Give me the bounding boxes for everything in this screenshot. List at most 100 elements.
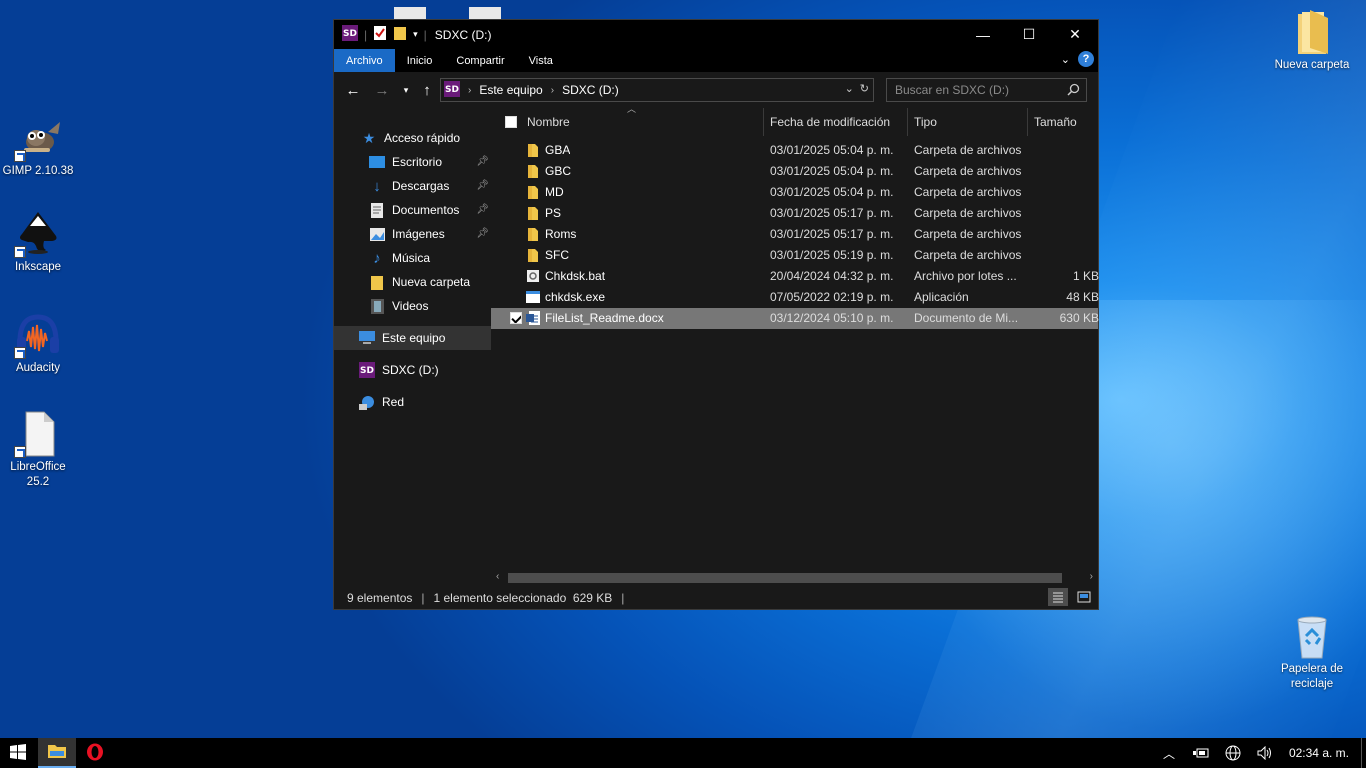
- separator: |: [423, 27, 427, 42]
- folder-icon: [526, 143, 540, 157]
- column-header-name[interactable]: Nombre: [491, 108, 764, 136]
- start-button[interactable]: [0, 738, 36, 768]
- refresh-icon[interactable]: ↻: [860, 82, 869, 95]
- column-label: Tipo: [914, 115, 937, 129]
- search-placeholder: Buscar en SDXC (D:): [895, 83, 1010, 97]
- nav-label: Documentos: [392, 203, 460, 217]
- column-header-size[interactable]: Tamaño: [1028, 108, 1098, 136]
- file-date: 03/12/2024 05:10 p. m.: [770, 311, 894, 325]
- folder-icon: [526, 185, 540, 199]
- pin-icon: 📌︎: [476, 156, 489, 167]
- nav-item-sdxc[interactable]: SD SDXC (D:): [334, 358, 491, 382]
- separator: |: [421, 590, 425, 605]
- scroll-left-icon[interactable]: ‹: [496, 571, 499, 582]
- tab-archivo[interactable]: Archivo: [334, 49, 395, 72]
- nav-item-red[interactable]: Red: [334, 390, 491, 414]
- maximize-button[interactable]: ☐: [1006, 20, 1052, 49]
- nav-item-nueva-carpeta[interactable]: Nueva carpeta: [334, 270, 491, 294]
- network-globe-icon[interactable]: [1217, 745, 1249, 761]
- navigation-bar: ← → ▾ ↑ SD › Este equipo › SDXC (D:) ⌄ ↻…: [334, 72, 1098, 108]
- item-count: 9 elementos: [347, 590, 413, 605]
- nav-item-documentos[interactable]: Documentos 📌︎: [334, 198, 491, 222]
- taskbar-file-explorer[interactable]: [38, 738, 76, 768]
- nav-item-musica[interactable]: ♪ Música: [334, 246, 491, 270]
- file-row[interactable]: FileList_Readme.docx 03/12/2024 05:10 p. …: [491, 308, 1099, 329]
- file-row[interactable]: PS 03/01/2025 05:17 p. m. Carpeta de archi…: [491, 203, 1098, 224]
- background-window-edge: [469, 7, 501, 19]
- address-bar[interactable]: SD › Este equipo › SDXC (D:) ⌄ ↻: [440, 78, 874, 102]
- recent-locations-chevron-icon[interactable]: ▾: [395, 79, 417, 101]
- column-header-date[interactable]: Fecha de modificación: [764, 108, 908, 136]
- show-hidden-icons-chevron-icon[interactable]: ︿: [1153, 745, 1185, 762]
- sd-card-icon[interactable]: SD: [342, 25, 358, 44]
- separator: |: [364, 27, 368, 42]
- back-arrow-icon[interactable]: ←: [342, 79, 364, 101]
- clock[interactable]: 02:34 a. m.: [1281, 746, 1361, 760]
- nav-item-quick-access[interactable]: ★ Acceso rápido: [334, 126, 491, 150]
- customize-dropdown-icon[interactable]: ▾: [413, 29, 418, 40]
- file-row[interactable]: GBA 03/01/2025 05:04 p. m. Carpeta de arch…: [491, 140, 1098, 161]
- desktop-icon-recycle-bin[interactable]: Papelera de reciclaje: [1274, 612, 1350, 692]
- horizontal-scrollbar[interactable]: ‹ ›: [491, 569, 1098, 586]
- file-row[interactable]: MD 03/01/2025 05:04 p. m. Carpeta de archi…: [491, 182, 1098, 203]
- desktop-icon-inkscape[interactable]: Inkscape: [0, 210, 76, 275]
- nav-item-descargas[interactable]: ↓ Descargas 📌︎: [334, 174, 491, 198]
- file-name: PS: [545, 206, 562, 220]
- help-icon[interactable]: ?: [1078, 51, 1094, 67]
- forward-arrow-icon[interactable]: →: [371, 79, 393, 101]
- nav-label: Acceso rápido: [384, 131, 461, 145]
- tab-inicio[interactable]: Inicio: [395, 49, 445, 72]
- breadcrumb-este-equipo[interactable]: Este equipo: [479, 83, 542, 97]
- file-name: FileList_Readme.docx: [545, 311, 664, 325]
- details-view-icon[interactable]: [1048, 588, 1068, 606]
- minimize-button[interactable]: —: [960, 20, 1006, 49]
- scrollbar-thumb[interactable]: [508, 573, 1062, 583]
- search-input[interactable]: Buscar en SDXC (D:): [886, 78, 1087, 102]
- address-dropdown-icon[interactable]: ⌄: [845, 82, 854, 95]
- file-list[interactable]: ︿ Nombre Fecha de modificación Tipo Tama…: [491, 104, 1099, 586]
- scroll-right-icon[interactable]: ›: [1090, 571, 1093, 582]
- volume-icon[interactable]: [1249, 746, 1281, 760]
- file-date: 03/01/2025 05:19 p. m.: [770, 248, 894, 262]
- taskbar-opera[interactable]: [76, 738, 114, 768]
- close-button[interactable]: ✕: [1052, 20, 1098, 49]
- nav-item-imagenes[interactable]: Imágenes 📌︎: [334, 222, 491, 246]
- separator: |: [621, 590, 625, 605]
- desktop-icon-libreoffice[interactable]: LibreOffice 25.2: [0, 410, 76, 490]
- expand-ribbon-icon[interactable]: ⌄: [1061, 53, 1070, 66]
- file-row[interactable]: Chkdsk.bat 20/04/2024 04:32 p. m. Archivo …: [491, 266, 1099, 287]
- title-bar[interactable]: SD | ▾ | SDXC (D:) — ☐ ✕: [334, 20, 1098, 49]
- desktop-icon-new-folder[interactable]: Nueva carpeta: [1274, 8, 1350, 73]
- select-all-checkbox[interactable]: [505, 116, 517, 128]
- nav-item-este-equipo[interactable]: Este equipo: [334, 326, 491, 350]
- nav-item-videos[interactable]: Videos: [334, 294, 491, 318]
- opera-icon: [86, 743, 104, 764]
- desktop-icon-label: GIMP 2.10.38: [2, 165, 74, 177]
- column-header-type[interactable]: Tipo: [908, 108, 1028, 136]
- desktop-icon-audacity[interactable]: Audacity: [0, 311, 76, 376]
- new-folder-icon[interactable]: [393, 25, 407, 44]
- taskbar: ︿ 02:34 a. m.: [0, 738, 1366, 768]
- file-row[interactable]: chkdsk.exe 07/05/2022 02:19 p. m. Aplicaci…: [491, 287, 1099, 308]
- file-row[interactable]: Roms 03/01/2025 05:17 p. m. Carpeta de arc…: [491, 224, 1098, 245]
- large-icons-view-icon[interactable]: [1074, 588, 1094, 606]
- up-arrow-icon[interactable]: ↑: [416, 79, 438, 101]
- desktop-icon-gimp[interactable]: GIMP 2.10.38: [0, 114, 76, 179]
- file-size: 1 KB: [1072, 269, 1099, 283]
- properties-icon[interactable]: [373, 25, 387, 44]
- quick-access-toolbar: SD | ▾ |: [334, 25, 427, 44]
- nav-label: Imágenes: [392, 227, 445, 241]
- tab-vista[interactable]: Vista: [517, 49, 565, 72]
- file-row[interactable]: GBC 03/01/2025 05:04 p. m. Carpeta de arch…: [491, 161, 1098, 182]
- show-desktop-button[interactable]: [1361, 738, 1366, 768]
- file-explorer-window[interactable]: SD | ▾ | SDXC (D:) — ☐ ✕ Archivo Inicio …: [333, 19, 1099, 610]
- file-row[interactable]: SFC 03/01/2025 05:19 p. m. Carpeta de arch…: [491, 245, 1098, 266]
- breadcrumb-sdxc[interactable]: SDXC (D:): [562, 83, 619, 97]
- battery-power-icon[interactable]: [1185, 747, 1217, 759]
- row-checkbox[interactable]: [510, 312, 522, 324]
- nav-item-escritorio[interactable]: Escritorio 📌︎: [334, 150, 491, 174]
- tab-compartir[interactable]: Compartir: [444, 49, 516, 72]
- file-date: 03/01/2025 05:04 p. m.: [770, 164, 894, 178]
- shortcut-arrow-icon: [14, 446, 26, 458]
- search-icon[interactable]: [1067, 83, 1080, 99]
